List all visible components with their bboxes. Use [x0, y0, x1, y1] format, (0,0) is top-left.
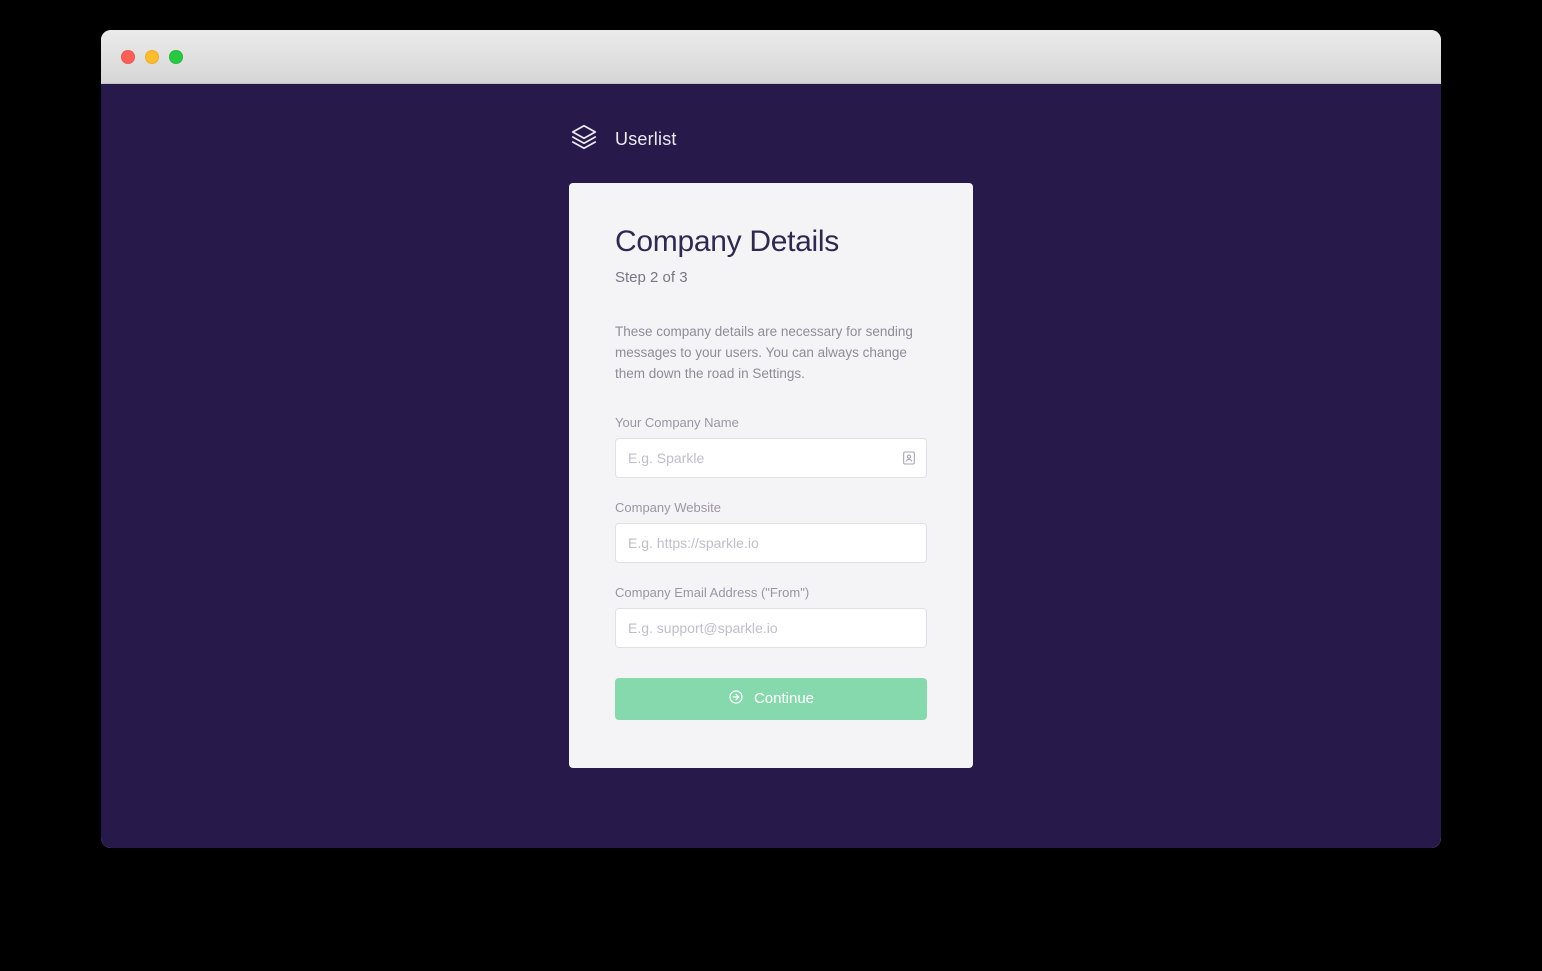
- card-title: Company Details: [615, 225, 927, 259]
- app-viewport: Userlist Company Details Step 2 of 3 The…: [101, 84, 1441, 848]
- company-email-label: Company Email Address ("From"): [615, 585, 927, 600]
- company-email-input[interactable]: [615, 608, 927, 648]
- step-indicator: Step 2 of 3: [615, 269, 927, 286]
- browser-window: Userlist Company Details Step 2 of 3 The…: [101, 30, 1441, 848]
- brand-name: Userlist: [615, 129, 677, 150]
- continue-button-label: Continue: [754, 690, 814, 707]
- window-minimize-button[interactable]: [145, 50, 159, 64]
- company-website-input[interactable]: [615, 523, 927, 563]
- company-website-label: Company Website: [615, 500, 927, 515]
- company-name-field: Your Company Name: [615, 415, 927, 478]
- card-description: These company details are necessary for …: [615, 322, 927, 385]
- window-close-button[interactable]: [121, 50, 135, 64]
- arrow-right-circle-icon: [728, 689, 744, 709]
- company-name-input[interactable]: [615, 438, 927, 478]
- contact-card-icon: [901, 450, 917, 466]
- company-email-field: Company Email Address ("From"): [615, 585, 927, 648]
- company-name-label: Your Company Name: [615, 415, 927, 430]
- onboarding-card: Company Details Step 2 of 3 These compan…: [569, 183, 973, 768]
- window-zoom-button[interactable]: [169, 50, 183, 64]
- brand-header: Userlist: [569, 122, 973, 157]
- layers-icon: [569, 122, 599, 157]
- window-titlebar: [101, 30, 1441, 84]
- company-website-field: Company Website: [615, 500, 927, 563]
- continue-button[interactable]: Continue: [615, 678, 927, 720]
